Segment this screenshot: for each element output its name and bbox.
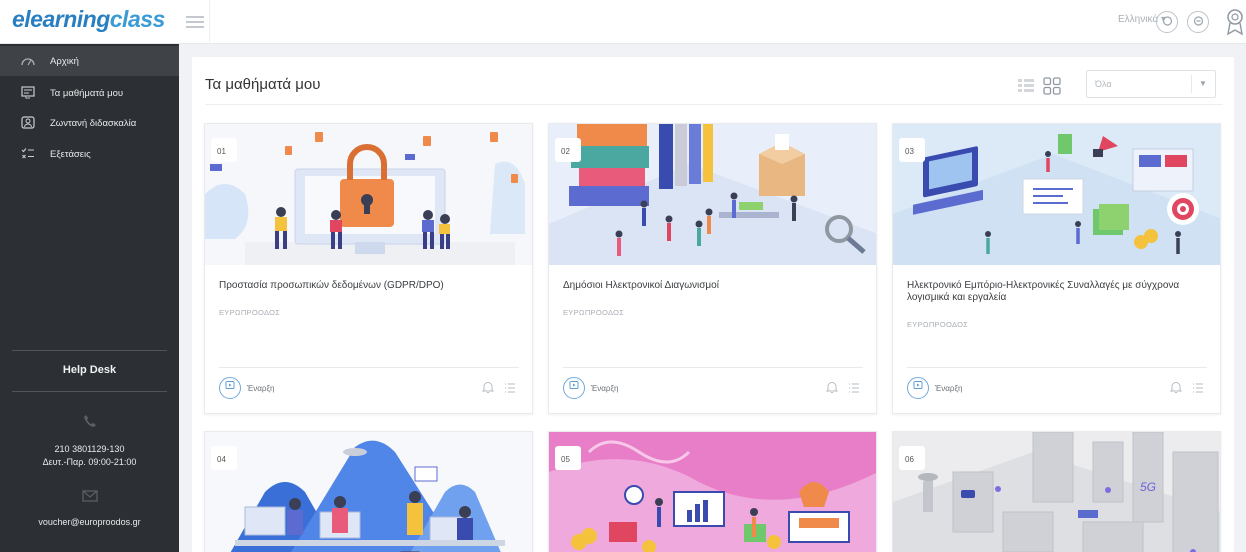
divider [12, 391, 167, 392]
bell-icon[interactable] [481, 381, 495, 394]
course-image-ecommerce [893, 124, 1220, 265]
course-number: 01 [211, 138, 237, 162]
logo-part-elearning: elearning [12, 6, 110, 32]
user-avatar-icon[interactable] [1225, 8, 1245, 36]
chevron-down-icon: ▼ [1199, 79, 1207, 88]
course-image-city [893, 432, 1220, 552]
course-image-security [205, 124, 532, 265]
menu-toggle-icon[interactable] [186, 13, 204, 31]
5g-label: 5G [1140, 480, 1157, 494]
messages-icon[interactable] [1187, 11, 1209, 33]
live-teaching-icon [20, 116, 36, 130]
start-button[interactable]: Έναρξη [563, 377, 618, 399]
filter-value: Όλα [1095, 79, 1112, 89]
course-title[interactable]: Δημόσιοι Ηλεκτρονικοί Διαγωνισμοί [563, 280, 863, 292]
start-label: Έναρξη [247, 383, 275, 393]
list-icon[interactable] [848, 381, 860, 393]
course-image-office [205, 432, 532, 552]
course-filter-select[interactable]: Όλα ▼ [1086, 70, 1216, 98]
sidebar-item-label: Τα μαθήματά μου [50, 87, 124, 99]
play-icon [563, 377, 585, 399]
help-phone[interactable]: 210 3801129-130 [0, 443, 179, 456]
course-image-finance [549, 432, 876, 552]
start-button[interactable]: Έναρξη [219, 377, 274, 399]
page-title: Τα μαθήματά μου [205, 76, 321, 93]
course-title[interactable]: Ηλεκτρονικό Εμπόριο-Ηλεκτρονικές Συναλλα… [907, 280, 1207, 304]
logo[interactable]: elearningclass [12, 6, 182, 38]
sidebar-item-label: Ζωντανή διδασκαλία [50, 117, 137, 129]
sidebar-item-live-teaching[interactable]: Ζωντανή διδασκαλία [0, 108, 179, 138]
help-hours: Δευτ.-Παρ. 09:00-21:00 [42, 457, 137, 467]
sidebar-item-home[interactable]: Αρχική [0, 46, 179, 76]
sidebar-item-label: Αρχική [50, 55, 79, 67]
exams-icon [20, 147, 36, 161]
course-number: 04 [211, 446, 237, 470]
play-icon [219, 377, 241, 399]
course-card[interactable]: 02 Δημόσιοι Ηλεκτρονικοί Διαγωνισμοί ΕΥΡ… [548, 123, 877, 414]
course-card[interactable]: 04 [204, 431, 533, 552]
divider [563, 367, 863, 368]
course-image-procurement [549, 124, 876, 265]
notifications-icon[interactable] [1156, 11, 1178, 33]
help-desk-title: Help Desk [62, 364, 117, 376]
top-bar: elearningclass Ελληνικά ▾ [0, 0, 1246, 44]
course-card[interactable]: 06 5G [892, 431, 1221, 552]
course-provider: ΕΥΡΩΠΡΟΟΔΟΣ [219, 308, 281, 317]
sidebar: Αρχική Τα μαθήματά μου Ζωντανή διδασκαλί… [0, 44, 179, 552]
course-number: 05 [555, 446, 581, 470]
divider [907, 367, 1207, 368]
course-title[interactable]: Προστασία προσωπικών δεδομένων (GDPR/DPO… [219, 280, 519, 292]
course-number: 06 [899, 446, 925, 470]
course-number: 03 [899, 138, 925, 162]
start-button[interactable]: Έναρξη [907, 377, 962, 399]
list-icon[interactable] [1192, 381, 1204, 393]
course-provider: ΕΥΡΩΠΡΟΟΔΟΣ [563, 308, 625, 317]
divider [205, 104, 1223, 105]
divider [12, 350, 167, 351]
bell-icon[interactable] [825, 381, 839, 394]
divider [209, 0, 210, 44]
courses-icon [20, 86, 36, 100]
bell-icon[interactable] [1169, 381, 1183, 394]
grid-view-icon[interactable] [1043, 77, 1061, 95]
sidebar-item-my-courses[interactable]: Τα μαθήματά μου [0, 78, 179, 108]
help-email[interactable]: voucher@europroodos.gr [0, 516, 179, 529]
start-label: Έναρξη [591, 383, 619, 393]
course-number: 02 [555, 138, 581, 162]
logo-part-class: class [109, 6, 166, 32]
divider [1191, 75, 1192, 93]
course-card[interactable]: 05 [548, 431, 877, 552]
divider [219, 367, 519, 368]
list-icon[interactable] [504, 381, 516, 393]
sidebar-item-label: Εξετάσεις [50, 148, 91, 160]
start-label: Έναρξη [935, 383, 963, 393]
mail-icon [80, 489, 100, 507]
courses-panel: Τα μαθήματά μου Όλα ▼ 01 Προστασία προσω… [192, 57, 1234, 552]
course-card[interactable]: 03 Ηλεκτρονικό Εμπόριο-Ηλεκτρονικές Συνα… [892, 123, 1221, 414]
dashboard-icon [20, 54, 36, 68]
phone-icon [80, 414, 100, 432]
list-view-icon[interactable] [1018, 79, 1034, 93]
course-provider: ΕΥΡΩΠΡΟΟΔΟΣ [907, 320, 969, 329]
play-icon [907, 377, 929, 399]
course-card[interactable]: 01 Προστασία προσωπικών δεδομένων (GDPR/… [204, 123, 533, 414]
sidebar-item-exams[interactable]: Εξετάσεις [0, 139, 179, 169]
